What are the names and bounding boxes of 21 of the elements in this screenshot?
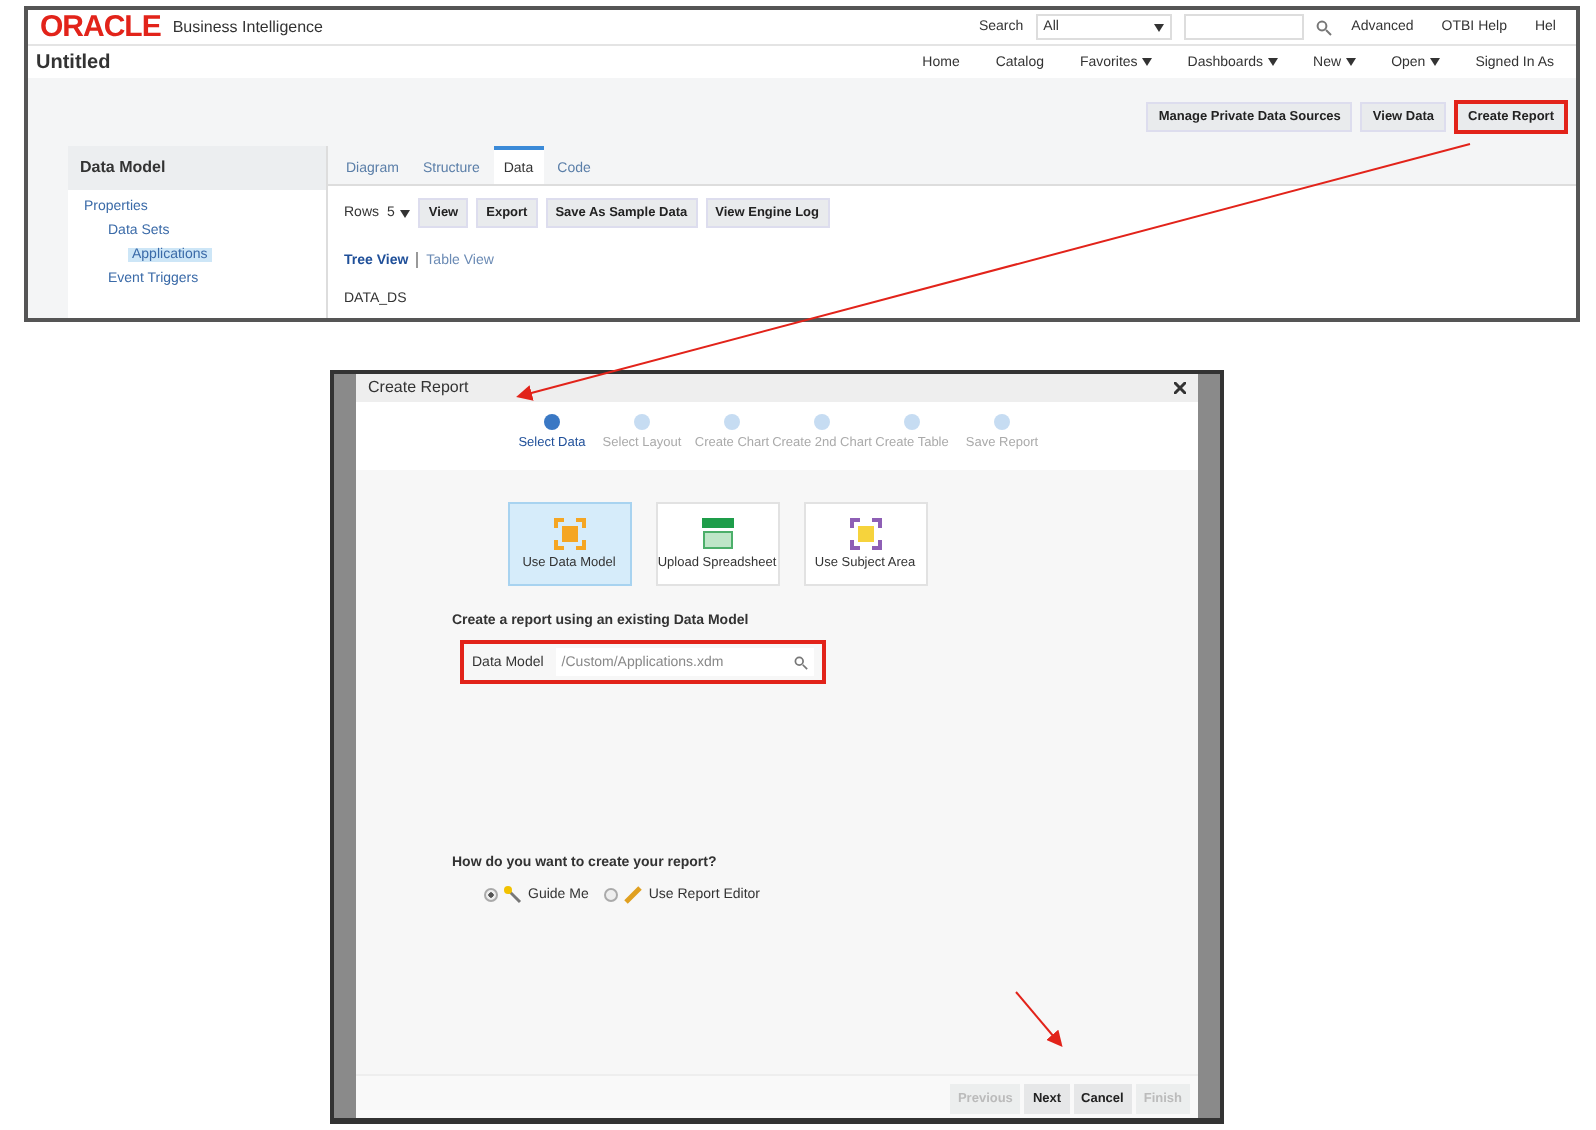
close-icon[interactable] [1174, 382, 1186, 394]
wand-icon [504, 886, 522, 904]
panel-title: Data Model [68, 146, 326, 190]
caret-icon [400, 209, 411, 217]
caret-icon [1345, 58, 1356, 66]
caret-icon [1267, 58, 1278, 66]
subject-area-icon [849, 517, 881, 550]
data-model-icon [553, 517, 585, 550]
search-field[interactable] [1183, 14, 1304, 40]
pointer-arrow [1015, 991, 1063, 1048]
product-name: Business Intelligence [172, 18, 323, 36]
search-icon[interactable] [1315, 19, 1332, 35]
spreadsheet-icon [701, 517, 733, 550]
pencil-icon [624, 886, 643, 904]
page-title: Untitled [36, 51, 111, 73]
logo: ORACLE [40, 10, 161, 44]
dialog-title: Create Report [368, 378, 469, 398]
caret-icon [1141, 58, 1152, 66]
caret-icon [1429, 58, 1440, 66]
caret-icon [1153, 23, 1164, 31]
search-icon[interactable] [794, 655, 808, 669]
